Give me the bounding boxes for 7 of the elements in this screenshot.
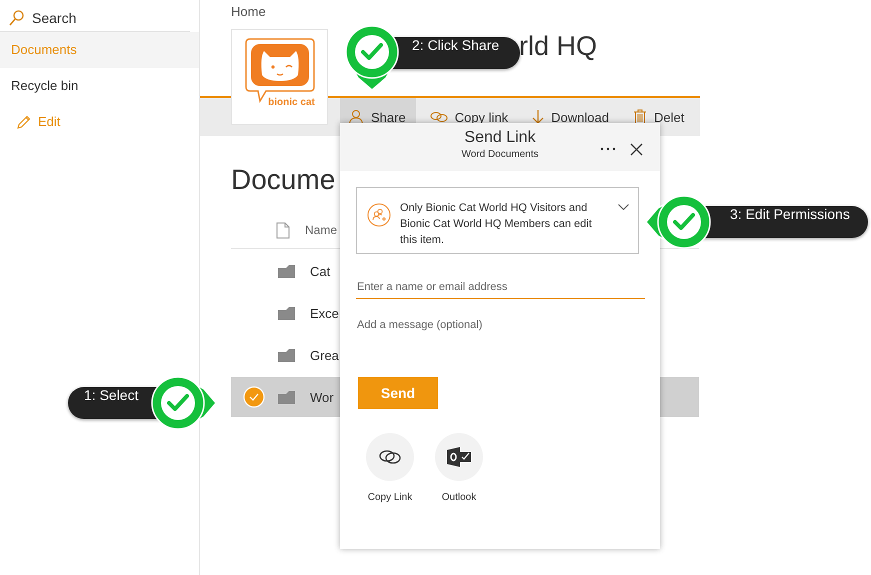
share-option-label: Outlook: [442, 492, 476, 503]
library-heading: Docume: [231, 164, 336, 197]
dialog-title: Send Link: [464, 129, 536, 147]
site-title: rld HQ: [519, 31, 598, 61]
dialog-subtitle: Word Documents: [461, 149, 539, 160]
share-option-label: Copy Link: [368, 492, 412, 503]
logo-text: bionic cat: [268, 97, 315, 108]
